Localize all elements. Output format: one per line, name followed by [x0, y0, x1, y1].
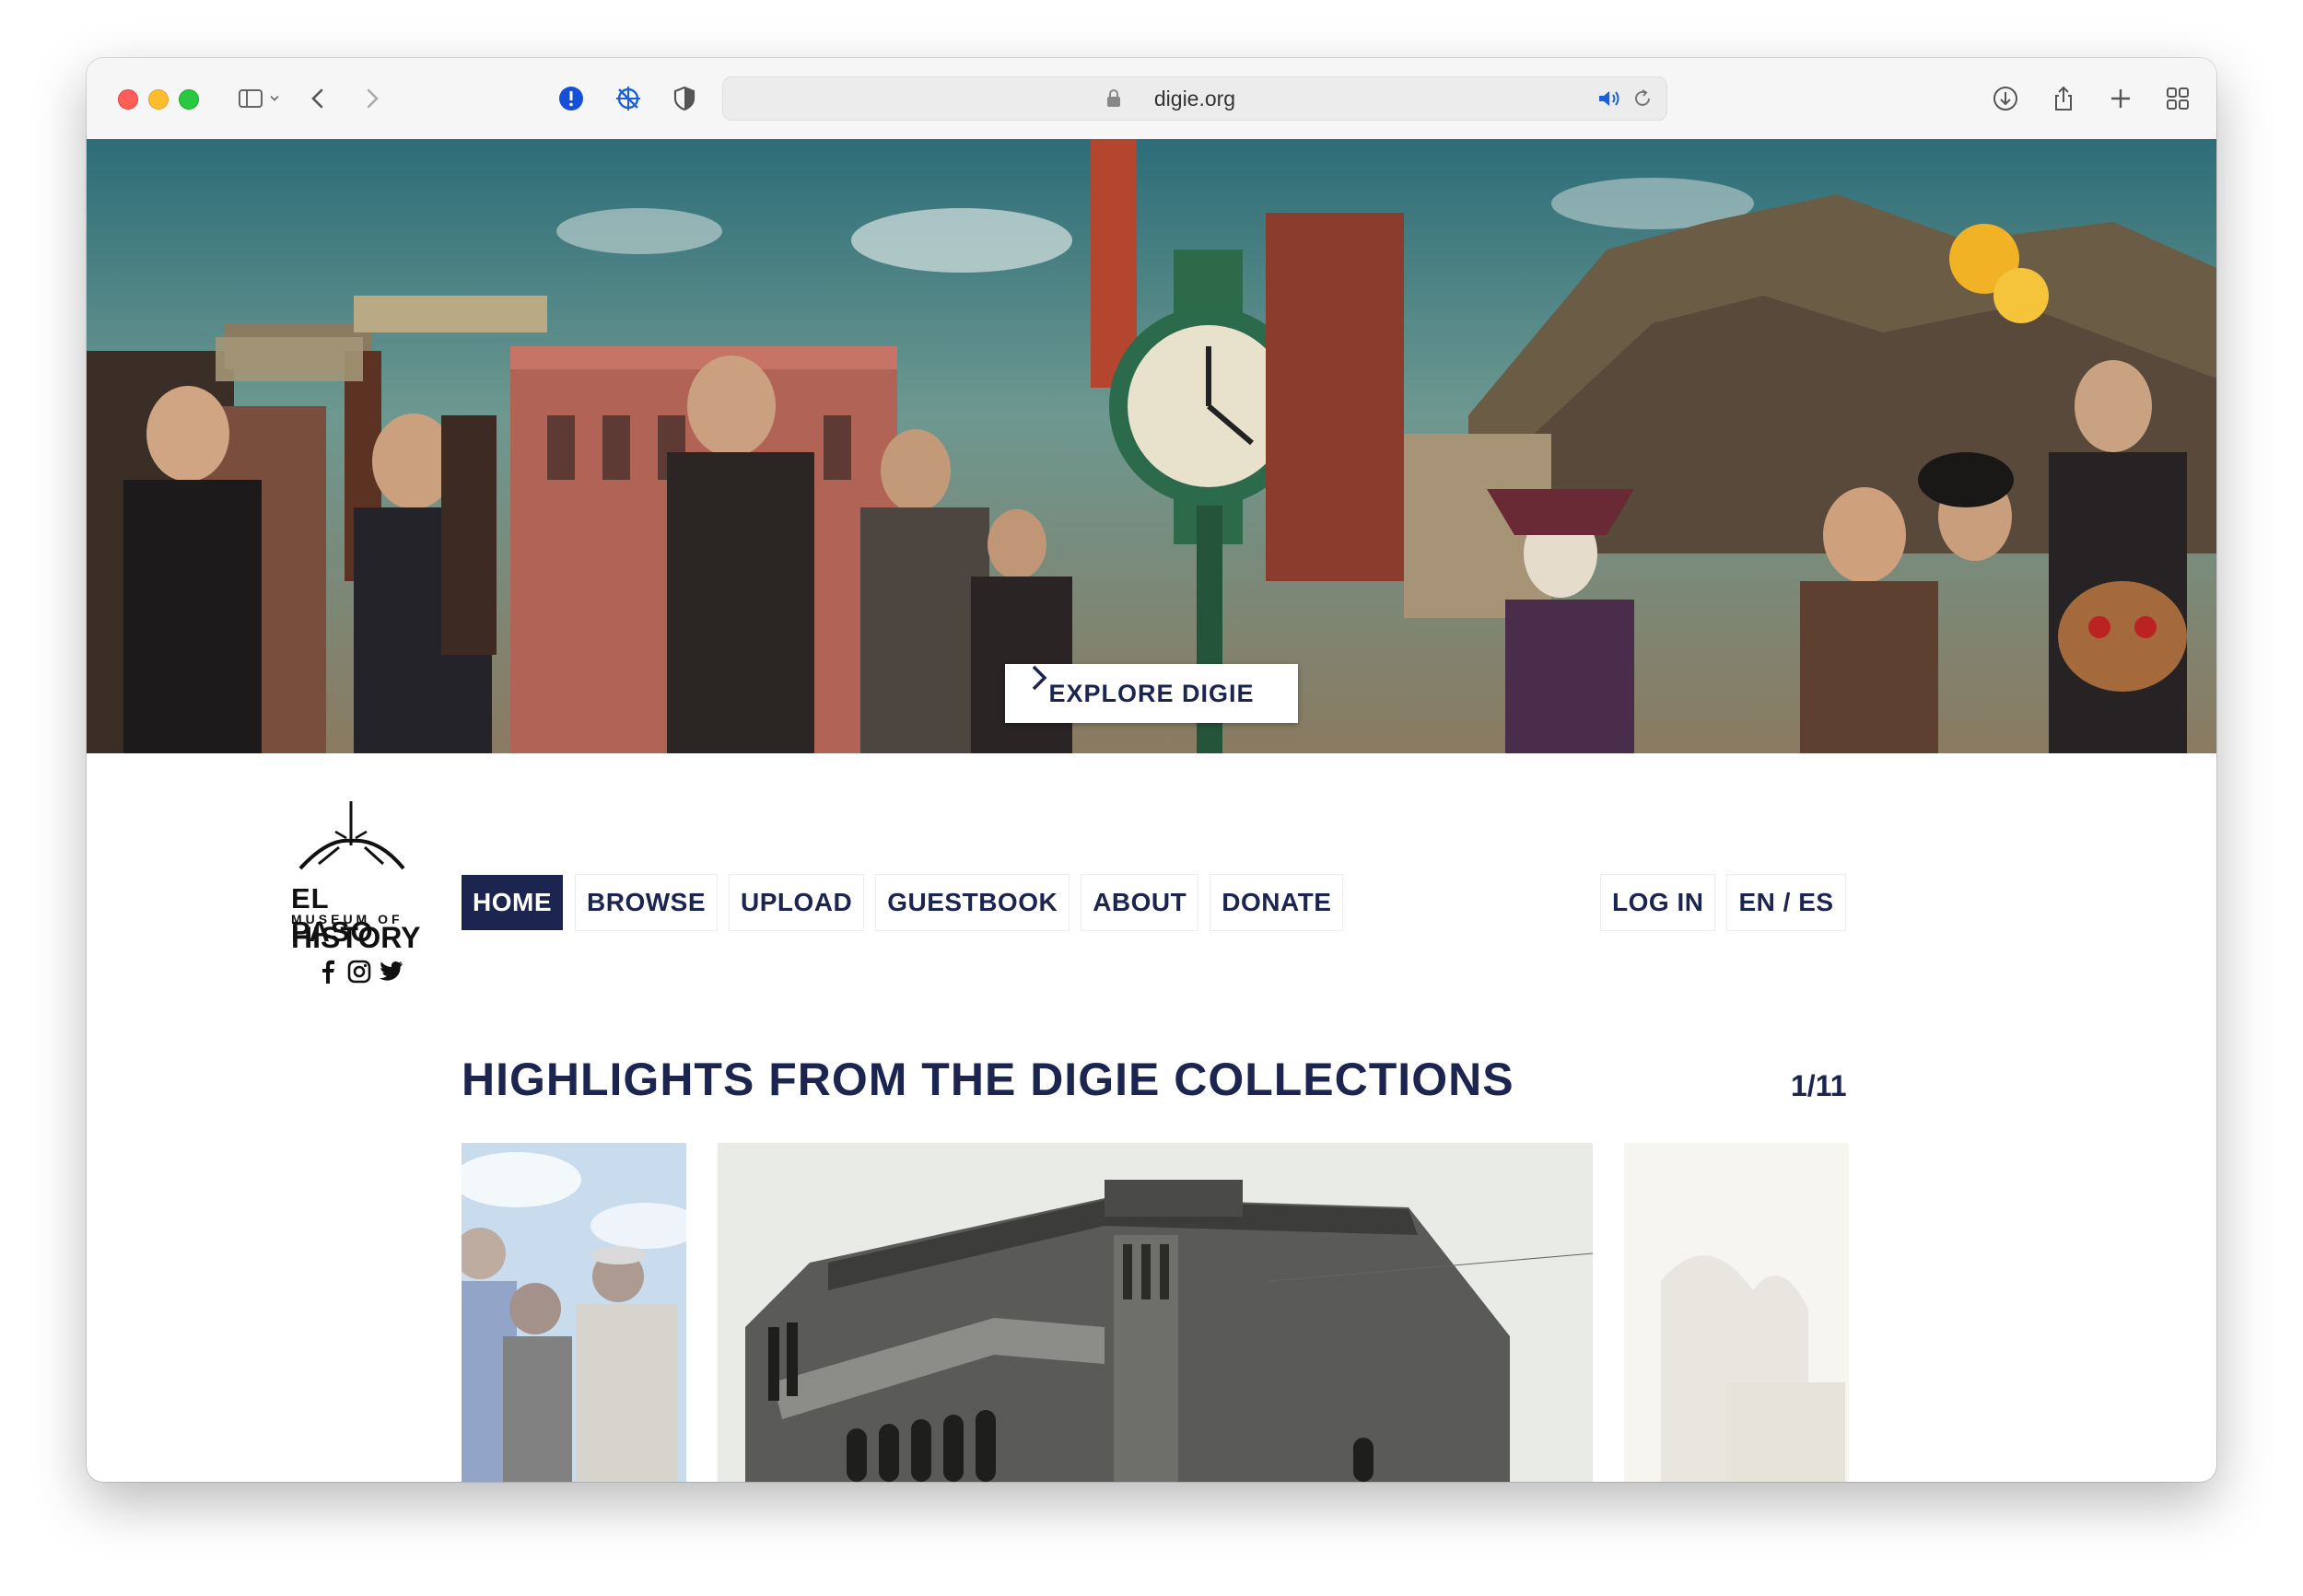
close-window-button[interactable]: [118, 89, 138, 110]
main-nav: HOME BROWSE UPLOAD GUESTBOOK ABOUT DONAT…: [462, 875, 1343, 930]
carousel-slide-current[interactable]: [718, 1143, 1593, 1482]
minimize-window-button[interactable]: [148, 89, 169, 110]
nav-browse[interactable]: BROWSE: [576, 875, 717, 930]
explore-digie-label: EXPLORE DIGIE: [1048, 679, 1255, 707]
nav-upload[interactable]: UPLOAD: [730, 875, 864, 930]
explore-digie-button[interactable]: EXPLORE DIGIE: [1005, 664, 1298, 723]
social-links: [315, 959, 403, 984]
zoom-window-button[interactable]: [179, 89, 199, 110]
logo-line-3: HISTORY: [291, 921, 421, 954]
carousel-slide-next[interactable]: [1624, 1143, 1849, 1482]
privacy-report-icon[interactable]: [555, 82, 588, 115]
nav-guestbook[interactable]: GUESTBOOK: [876, 875, 1070, 930]
address-bar[interactable]: digie.org: [722, 76, 1667, 121]
shield-icon[interactable]: [668, 82, 701, 115]
download-icon[interactable]: [1989, 82, 2022, 115]
new-tab-icon[interactable]: [2104, 82, 2137, 115]
utility-nav: LOG IN EN / ES: [1601, 875, 1845, 930]
speaker-icon[interactable]: [1596, 87, 1622, 110]
hero-collage-image: [87, 139, 2216, 753]
hero-banner: EXPLORE DIGIE: [87, 139, 2216, 753]
historic-building-photo: [718, 1143, 1593, 1482]
carousel-slide-previous[interactable]: [462, 1143, 686, 1482]
forward-icon[interactable]: [356, 82, 389, 115]
twitter-icon[interactable]: [378, 959, 403, 984]
chevron-down-icon[interactable]: [265, 82, 284, 115]
logo-star-icon: [298, 801, 405, 870]
browser-toolbar: digie.org: [87, 58, 2216, 140]
slide-counter: 1/11: [1791, 1069, 1847, 1102]
url-text: digie.org: [1153, 87, 1236, 111]
highlights-heading: HIGHLIGHTS FROM THE DIGIE COLLECTIONS: [462, 1054, 1514, 1105]
extension-icon[interactable]: [612, 82, 645, 115]
language-toggle[interactable]: EN / ES: [1727, 875, 1845, 930]
nav-donate[interactable]: DONATE: [1210, 875, 1343, 930]
login-link[interactable]: LOG IN: [1601, 875, 1715, 930]
nav-home[interactable]: HOME: [462, 875, 563, 930]
instagram-icon[interactable]: [346, 959, 372, 984]
share-icon[interactable]: [2047, 82, 2080, 115]
tab-overview-icon[interactable]: [2161, 82, 2194, 115]
facebook-icon[interactable]: [315, 959, 341, 984]
nav-about[interactable]: ABOUT: [1081, 875, 1198, 930]
sidebar-icon[interactable]: [234, 82, 267, 115]
chevron-right-icon: [1032, 665, 1047, 691]
people-photo: [462, 1143, 686, 1482]
back-icon[interactable]: [301, 82, 334, 115]
reload-icon[interactable]: [1631, 87, 1654, 110]
sepia-photo: [1624, 1143, 1849, 1482]
browser-window: digie.org EXPLORE DIGIE EL PASO MUSEUM O…: [87, 58, 2216, 1482]
